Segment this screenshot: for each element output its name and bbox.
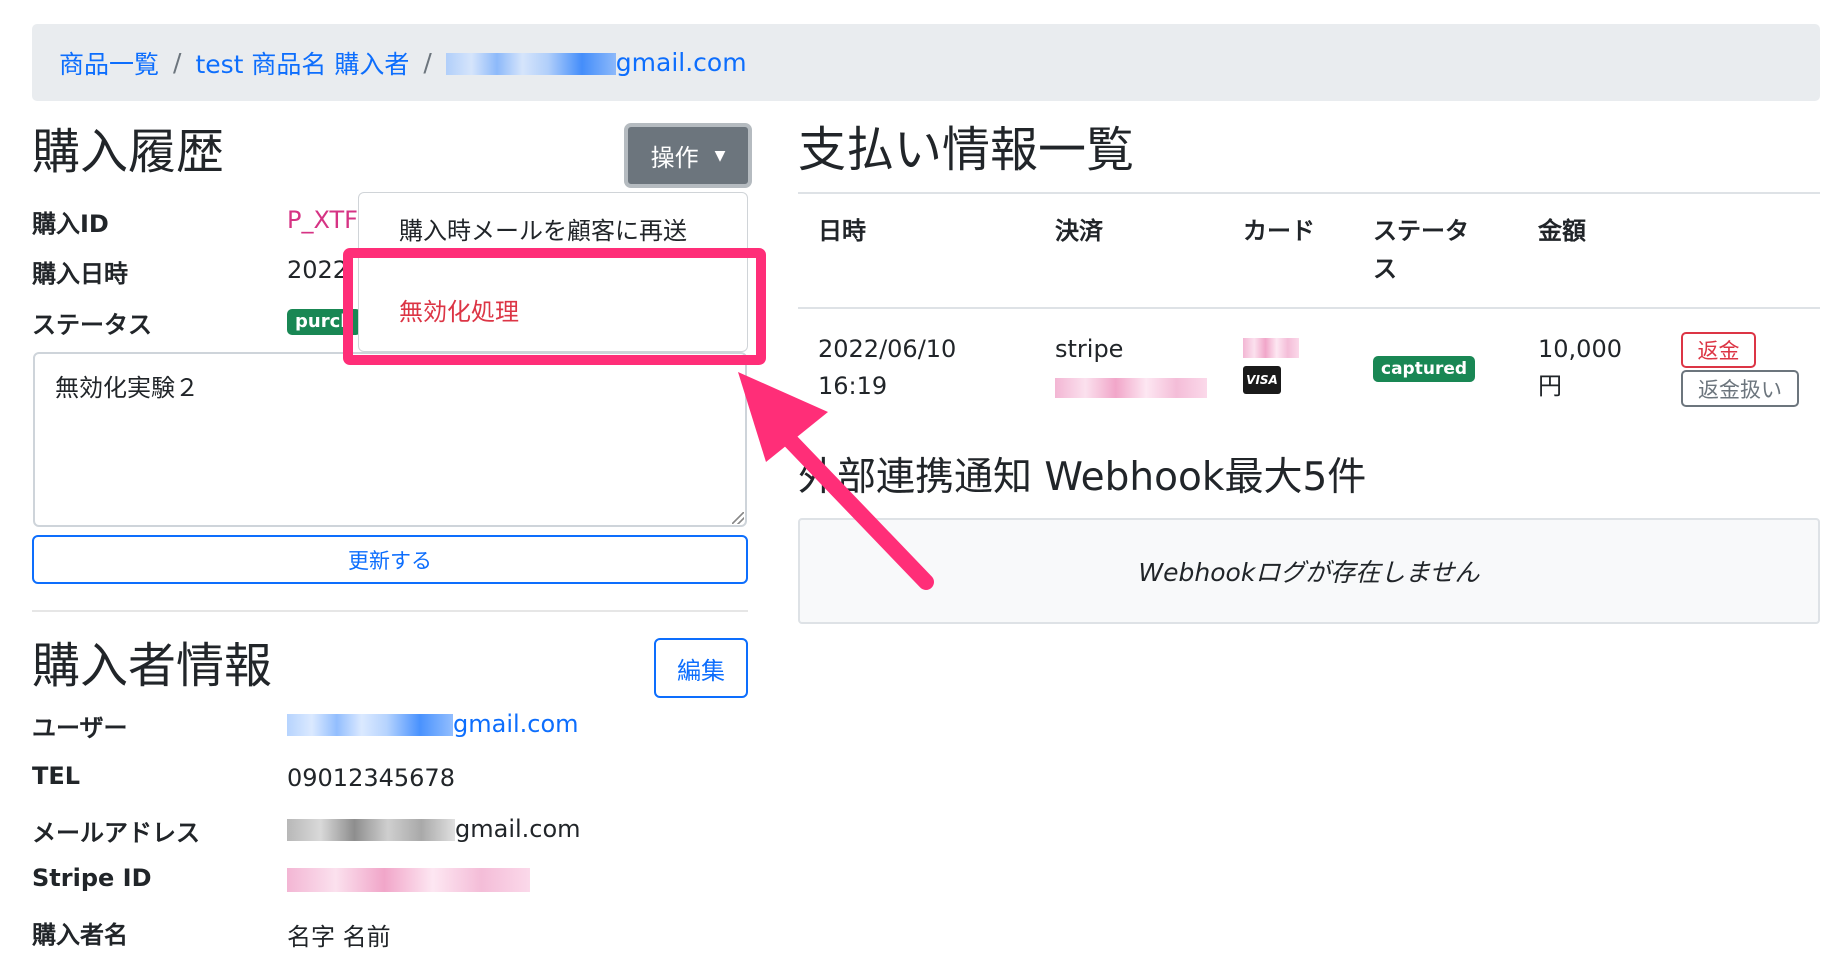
annotation-arrow-icon	[738, 372, 934, 590]
